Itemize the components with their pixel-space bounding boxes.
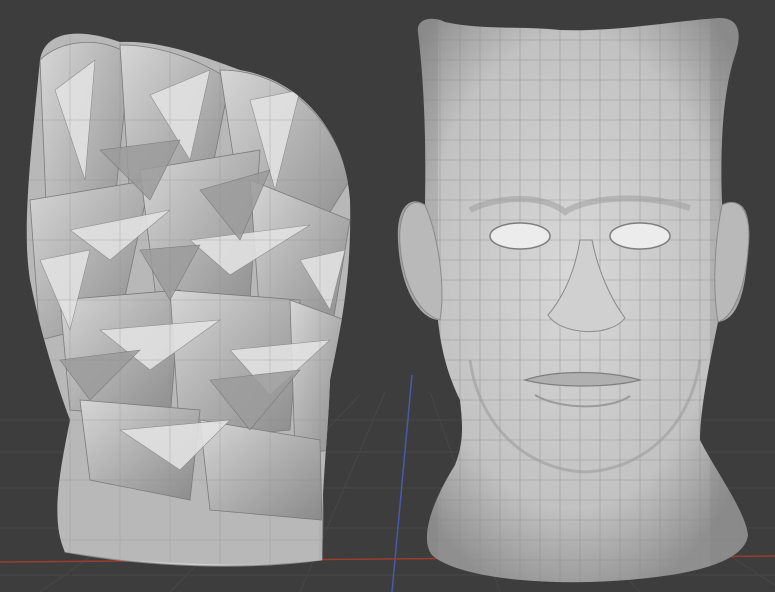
3d-viewport[interactable]: [0, 0, 775, 592]
right-eye-socket: [609, 222, 671, 250]
left-eye-socket: [489, 222, 551, 250]
fragmented-head-mesh[interactable]: [20, 20, 360, 580]
right-ear: [714, 202, 750, 323]
bust-head-mesh[interactable]: [397, 15, 755, 592]
